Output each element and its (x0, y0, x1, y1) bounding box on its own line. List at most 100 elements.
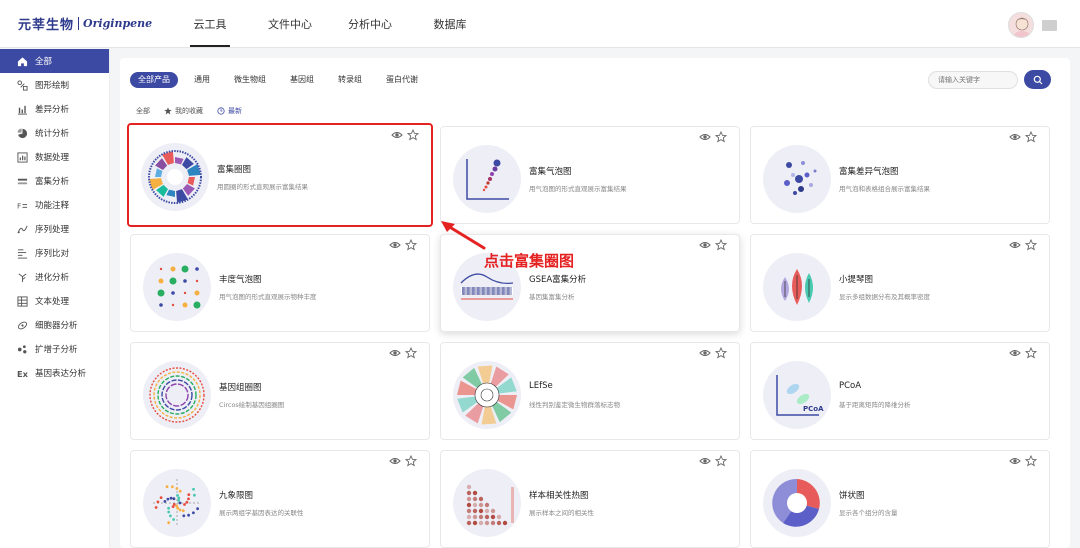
annotation-icon: F (16, 199, 28, 211)
star-outline-icon[interactable] (1025, 347, 1037, 359)
eye-icon[interactable] (699, 239, 711, 251)
star-outline-icon[interactable] (405, 239, 417, 251)
filter-row: 全部 我的收藏 最新 (136, 106, 256, 116)
tool-card-enrichment-diff-bubble[interactable]: 富集差异气泡图 用气泡和表格组合展示富集结果 (750, 126, 1050, 224)
tool-title: LEfSe (529, 381, 553, 391)
logo[interactable]: 元莘生物 Originpene (18, 12, 152, 34)
star-outline-icon[interactable] (405, 347, 417, 359)
tool-description: 用气泡图的形式直观展示物种丰度 (219, 293, 317, 301)
svg-text:F: F (17, 201, 21, 210)
star-outline-icon[interactable] (715, 347, 727, 359)
filter-favorites[interactable]: 我的收藏 (164, 106, 203, 116)
eye-icon[interactable] (391, 129, 403, 141)
sidebar-item-7[interactable]: 序列处理 (0, 217, 109, 241)
eye-icon[interactable] (1009, 455, 1021, 467)
scrollbar[interactable] (1072, 49, 1080, 548)
sidebar-item-8[interactable]: 序列比对 (0, 241, 109, 265)
sidebar-item-0[interactable]: 全部 (0, 49, 109, 73)
category-tab-4[interactable]: 转录组 (330, 72, 370, 88)
tool-thumbnail (453, 469, 521, 537)
tool-card-violin[interactable]: 小提琴图 显示多组数据分布及其概率密度 (750, 234, 1050, 332)
eye-icon[interactable] (699, 131, 711, 143)
svg-text:Ex: Ex (17, 369, 28, 379)
sidebar-item-9[interactable]: 进化分析 (0, 265, 109, 289)
sidebar-item-2[interactable]: 差异分析 (0, 97, 109, 121)
tool-thumbnail (453, 361, 521, 429)
shapes-icon (16, 79, 28, 91)
star-outline-icon[interactable] (1025, 239, 1037, 251)
star-outline-icon[interactable] (407, 129, 419, 141)
sidebar-item-3[interactable]: 统计分析 (0, 121, 109, 145)
sidebar-item-10[interactable]: 文本处理 (0, 289, 109, 313)
tool-card-genome-circos[interactable]: 基因组圈图 Circos绘制基因组圈图 (130, 342, 430, 440)
search-button[interactable] (1024, 70, 1051, 89)
tool-card-nine-quadrant[interactable]: 九象限图 展示两组学基因表达的关联性 (130, 450, 430, 548)
card-actions (385, 455, 417, 467)
sidebar-item-4[interactable]: 数据处理 (0, 145, 109, 169)
clock-icon (217, 107, 225, 115)
sidebar-item-6[interactable]: F 功能注释 (0, 193, 109, 217)
sidebar-item-label: 图形绘制 (35, 81, 70, 91)
tool-description: 基于距离矩阵的降维分析 (839, 401, 911, 409)
tool-card-lefse[interactable]: LEfSe 线性判别鉴定微生物群落标志物 (440, 342, 740, 440)
eye-icon[interactable] (389, 455, 401, 467)
layers-icon (16, 175, 28, 187)
star-outline-icon[interactable] (1025, 131, 1037, 143)
sidebar-item-11[interactable]: 细胞器分析 (0, 313, 109, 337)
tool-thumbnail (453, 145, 521, 213)
tool-title: 富集气泡图 (529, 167, 572, 177)
lefse-chart-icon (457, 365, 517, 425)
tool-title: PCoA (839, 381, 862, 391)
category-tab-0[interactable]: 全部产品 (130, 72, 178, 88)
eye-icon[interactable] (1009, 239, 1021, 251)
category-tab-3[interactable]: 基因组 (282, 72, 322, 88)
sidebar-item-13[interactable]: Ex 基因表达分析 (0, 361, 109, 385)
eye-icon[interactable] (1009, 131, 1021, 143)
eye-icon[interactable] (389, 239, 401, 251)
tool-card-pie-chart[interactable]: 饼状图 显示各个组分的含量 (750, 450, 1050, 548)
top-bar: 元莘生物 Originpene 云工具 文件中心 分析中心 数据库 (0, 0, 1080, 48)
tool-card-enrichment-circle[interactable]: 富集圈图 用圆圈的形式直观展示富集结果 (127, 123, 433, 227)
tool-card-abundance-bubble[interactable]: 丰度气泡图 用气泡图的形式直观展示物种丰度 (130, 234, 430, 332)
nav-item-database[interactable]: 数据库 (410, 0, 490, 48)
sidebar-item-12[interactable]: 扩增子分析 (0, 337, 109, 361)
filter-all-label: 全部 (136, 107, 150, 115)
tool-thumbnail: PCoA (763, 361, 831, 429)
search-input[interactable] (928, 71, 1018, 89)
eye-icon[interactable] (389, 347, 401, 359)
star-outline-icon[interactable] (715, 131, 727, 143)
tool-card-correlation-heatmap[interactable]: 样本相关性热图 展示样本之间的相关性 (440, 450, 740, 548)
filter-latest-label: 最新 (228, 107, 242, 115)
avatar[interactable] (1008, 12, 1034, 38)
sidebar-item-5[interactable]: 富集分析 (0, 169, 109, 193)
nav-item-analysis-center[interactable]: 分析中心 (330, 0, 410, 48)
star-outline-icon[interactable] (1025, 455, 1037, 467)
sidebar-item-label: 序列比对 (35, 249, 70, 259)
filter-favorites-label: 我的收藏 (175, 107, 203, 115)
tool-title: 九象限图 (219, 491, 254, 501)
filter-all[interactable]: 全部 (136, 106, 150, 116)
card-actions (1005, 131, 1037, 143)
nav-item-cloud-tools[interactable]: 云工具 (170, 0, 250, 48)
nav-item-file-center[interactable]: 文件中心 (250, 0, 330, 48)
eye-icon[interactable] (699, 347, 711, 359)
star-outline-icon[interactable] (405, 455, 417, 467)
eye-icon[interactable] (1009, 347, 1021, 359)
star-outline-icon[interactable] (715, 455, 727, 467)
filter-latest[interactable]: 最新 (217, 106, 242, 116)
category-tab-1[interactable]: 通用 (186, 72, 218, 88)
menu-icon[interactable] (1042, 20, 1057, 31)
sidebar-item-1[interactable]: 图形绘制 (0, 73, 109, 97)
category-tab-2[interactable]: 微生物组 (226, 72, 274, 88)
eye-icon[interactable] (699, 455, 711, 467)
tool-thumbnail (763, 469, 831, 537)
card-actions (1005, 347, 1037, 359)
category-tab-5[interactable]: 蛋白代谢 (378, 72, 426, 88)
tool-title: 富集圈图 (217, 165, 252, 175)
star-outline-icon[interactable] (715, 239, 727, 251)
circos-chart-icon (149, 367, 205, 423)
logo-divider (78, 16, 80, 30)
tool-card-enrichment-bubble[interactable]: 富集气泡图 用气泡图的形式直观展示富集结果 (440, 126, 740, 224)
tool-description: 用气泡和表格组合展示富集结果 (839, 185, 930, 193)
tool-card-pcoa[interactable]: PCoA PCoA 基于距离矩阵的降维分析 (750, 342, 1050, 440)
